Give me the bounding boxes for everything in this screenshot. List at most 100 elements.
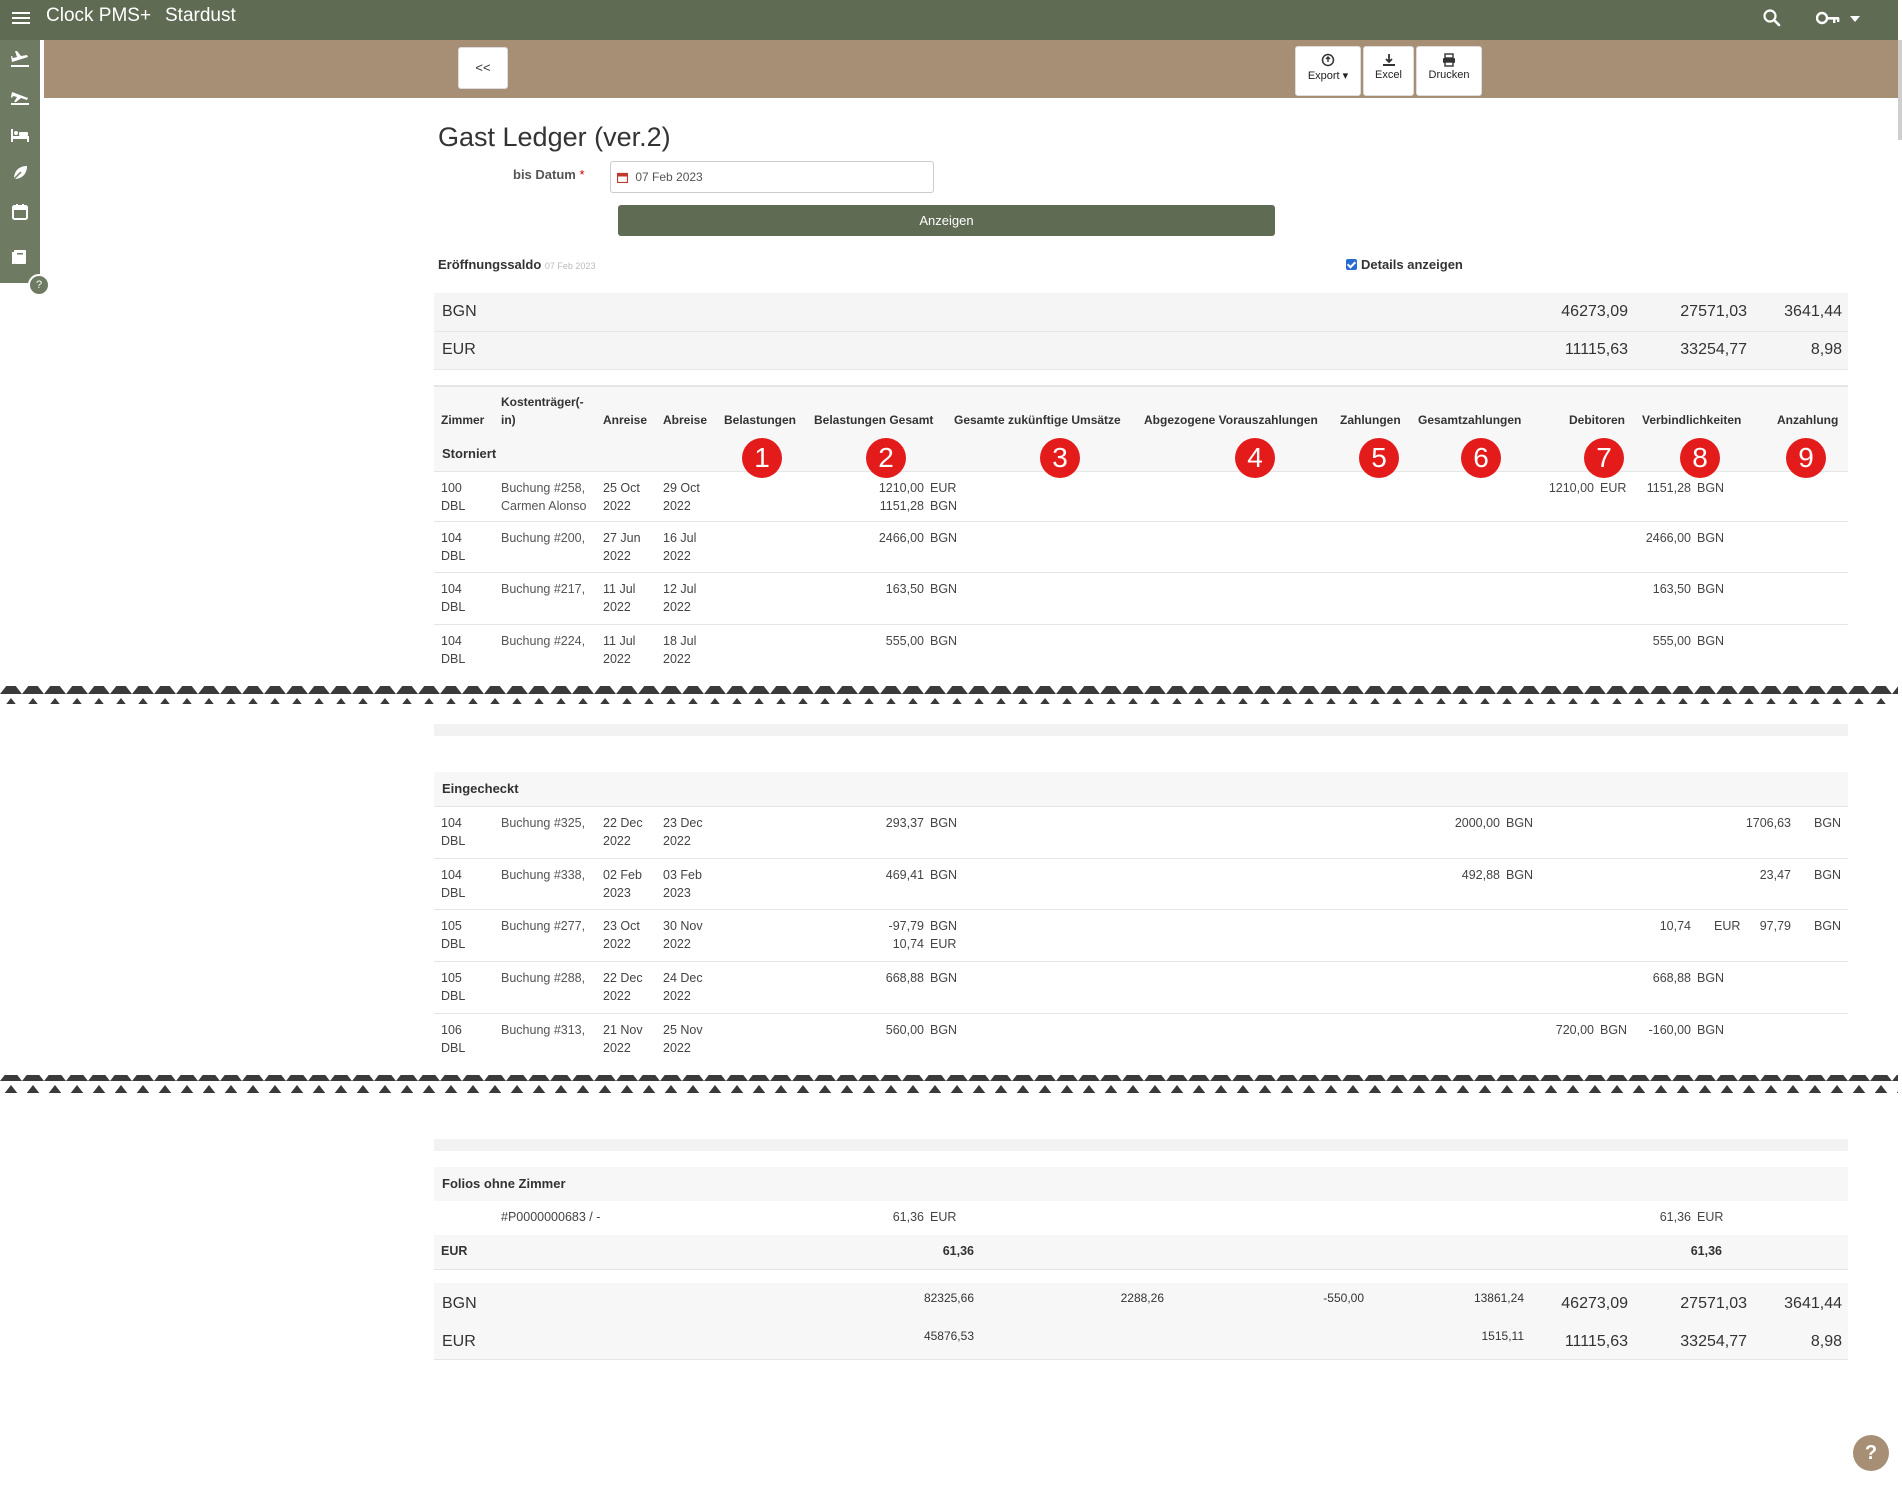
table-row[interactable]: 105 DBL Buchung #277, 23 Oct 2022 30 Nov 20… <box>434 909 1848 962</box>
download-icon <box>1382 54 1395 66</box>
col-gesamtzahlungen[interactable]: Gesamtzahlungen <box>1418 413 1521 427</box>
verbindlichkeiten-sum: 61,36 <box>1690 1244 1722 1258</box>
app-name[interactable]: Clock PMS+ <box>46 5 151 27</box>
charges-total-currency: BGN EUR <box>930 919 958 951</box>
col-belastungen-gesamt[interactable]: Belastungen Gesamt <box>814 413 933 427</box>
sidebar-item-arrivals[interactable] <box>0 40 40 78</box>
property-name[interactable]: Stardust <box>165 5 236 27</box>
table-row[interactable]: 106 DBL Buchung #313, 21 Nov 2022 25 Nov 20… <box>434 1013 1848 1064</box>
departure-cell: 25 Nov 2022 <box>663 1023 703 1055</box>
total-payments-value: 492,88 <box>1461 868 1500 882</box>
table-row[interactable]: 104 DBL Buchung #224, 11 Jul 2022 18 Jul 20… <box>434 624 1848 677</box>
charges-total-currency: BGN <box>930 816 958 830</box>
user-menu-chevron-down-icon[interactable] <box>1850 16 1860 22</box>
col-abreise[interactable]: Abreise <box>663 413 707 427</box>
arrival-cell: 22 Dec 2022 <box>603 816 643 848</box>
sidebar-help-icon[interactable]: ? <box>28 274 50 296</box>
date-input-value: 07 Feb 2023 <box>635 170 703 184</box>
currency: EUR <box>441 1244 468 1258</box>
action-bar <box>44 40 1898 98</box>
col-verbindlichkeiten[interactable]: Verbindlichkeiten <box>1642 413 1741 427</box>
debitoren-sum: 46273,09 <box>1561 1295 1628 1312</box>
col-vorauszahlungen[interactable]: Abgezogene Vorauszahlungen <box>1144 413 1318 427</box>
debitoren-value: 11115,63 <box>1564 341 1628 358</box>
table-row[interactable]: 100 DBL Buchung #258, Carmen Alonso 25 Oct… <box>434 471 1848 522</box>
charges-total-currency: BGN <box>930 582 958 596</box>
charges-total-value: 555,00 <box>885 634 924 648</box>
anzahlung-currency: BGN <box>1814 816 1842 830</box>
payer-cell[interactable]: Buchung #224, <box>501 632 585 650</box>
arrival-cell: 11 Jul 2022 <box>603 634 636 666</box>
anzahlung-value: 97,79 <box>1759 919 1791 933</box>
leaf-icon <box>12 166 27 181</box>
payer-cell[interactable]: Buchung #200, <box>501 529 585 547</box>
sidebar-item-housekeeping[interactable] <box>0 154 40 192</box>
room-cell: 105 DBL <box>441 971 466 1003</box>
col-belastungen[interactable]: Belastungen <box>724 413 796 427</box>
sidebar-item-reports[interactable] <box>0 238 40 276</box>
table-row[interactable]: 104 DBL Buchung #325, 22 Dec 2022 23 Dec 20… <box>434 806 1848 859</box>
sidebar-item-departures[interactable] <box>0 78 40 116</box>
verbindlichkeiten-currency: EUR <box>1697 1210 1724 1224</box>
departure-cell: 24 Dec 2022 <box>663 971 703 1003</box>
details-checkbox[interactable] <box>1346 259 1357 270</box>
verbindlichkeiten-sum: 27571,03 <box>1680 1295 1747 1312</box>
room-cell: 100 DBL <box>441 481 466 513</box>
opening-total-row: EUR 11115,63 33254,77 8,98 <box>434 331 1848 370</box>
debitoren-value: 1210,00 <box>1548 481 1594 495</box>
verbindlichkeiten-currency: BGN <box>1697 481 1725 495</box>
search-icon[interactable] <box>1762 8 1782 28</box>
payer-cell[interactable]: Buchung #217, <box>501 580 585 598</box>
future-revenue-sum: 2288,26 <box>1120 1291 1164 1305</box>
print-button[interactable]: Drucken <box>1416 46 1482 96</box>
col-anzahlung[interactable]: Anzahlung <box>1777 413 1838 427</box>
folio-id[interactable]: #P0000000683 / - <box>501 1210 600 1224</box>
page-break-separator <box>0 1063 1902 1151</box>
export-button[interactable]: Export ▾ <box>1295 46 1361 96</box>
sidebar-item-rooms[interactable] <box>0 116 40 154</box>
col-zukuenftige-umsaetze[interactable]: Gesamte zukünftige Umsätze <box>954 413 1121 427</box>
section-storniert: Storniert <box>434 437 1848 472</box>
currency: EUR <box>442 341 476 358</box>
show-button[interactable]: Anzeigen <box>618 205 1275 236</box>
date-input[interactable]: 07 Feb 2023 <box>610 161 934 193</box>
debitoren-sum: 11115,63 <box>1564 1333 1628 1350</box>
payer-cell[interactable]: Buchung #338, <box>501 866 585 884</box>
verbindlichkeiten-value: 10,74 <box>1659 919 1691 933</box>
col-zahlungen[interactable]: Zahlungen <box>1340 413 1401 427</box>
anzahlung-value: 1706,63 <box>1745 816 1791 830</box>
col-debitoren[interactable]: Debitoren <box>1569 413 1625 427</box>
back-button[interactable]: << <box>458 47 508 89</box>
scrollbar[interactable] <box>1898 0 1902 1502</box>
table-row[interactable]: 104 DBL Buchung #200, 27 Jun 2022 16 Jul 20… <box>434 521 1848 573</box>
excel-button[interactable]: Excel <box>1363 46 1414 96</box>
payer-cell[interactable]: Buchung #288, <box>501 969 585 987</box>
key-icon[interactable] <box>1816 10 1840 26</box>
room-cell: 104 DBL <box>441 582 466 614</box>
departure-cell: 12 Jul 2022 <box>663 582 697 614</box>
details-toggle[interactable]: Details anzeigen <box>1346 257 1463 272</box>
debitoren-currency: EUR <box>1600 481 1627 495</box>
help-button-icon[interactable]: ? <box>1853 1435 1889 1471</box>
payer-cell[interactable]: Buchung #277, <box>501 917 585 935</box>
hamburger-menu-icon[interactable] <box>12 9 30 27</box>
payer-cell[interactable]: Buchung #258, Carmen Alonso <box>501 479 586 515</box>
table-row[interactable]: 104 DBL Buchung #338, 02 Feb 2023 03 Feb 20… <box>434 858 1848 910</box>
payer-cell[interactable]: Buchung #325, <box>501 814 585 832</box>
table-row[interactable]: 105 DBL Buchung #288, 22 Dec 2022 24 Dec 20… <box>434 961 1848 1014</box>
sidebar-item-calendar[interactable] <box>0 192 40 230</box>
export-circle-icon <box>1321 53 1335 67</box>
col-anreise[interactable]: Anreise <box>603 413 647 427</box>
room-cell: 105 DBL <box>441 919 466 951</box>
table-row[interactable]: #P0000000683 / - 61,36 EUR 61,36 EUR <box>434 1201 1848 1236</box>
total-payments-currency: BGN <box>1506 868 1534 882</box>
col-kostentraeger[interactable]: Kostenträger(- <box>501 395 584 409</box>
col-zimmer[interactable]: Zimmer <box>441 413 484 427</box>
total-payments-sum: 13861,24 <box>1473 1291 1524 1305</box>
currency: EUR <box>442 1333 476 1350</box>
payer-cell[interactable]: Buchung #313, <box>501 1021 585 1039</box>
details-label: Details anzeigen <box>1361 257 1463 272</box>
table-row[interactable]: 104 DBL Buchung #217, 11 Jul 2022 12 Jul 20… <box>434 572 1848 625</box>
charges-total-currency: BGN <box>930 868 958 882</box>
verbindlichkeiten-currency: BGN <box>1697 531 1725 545</box>
